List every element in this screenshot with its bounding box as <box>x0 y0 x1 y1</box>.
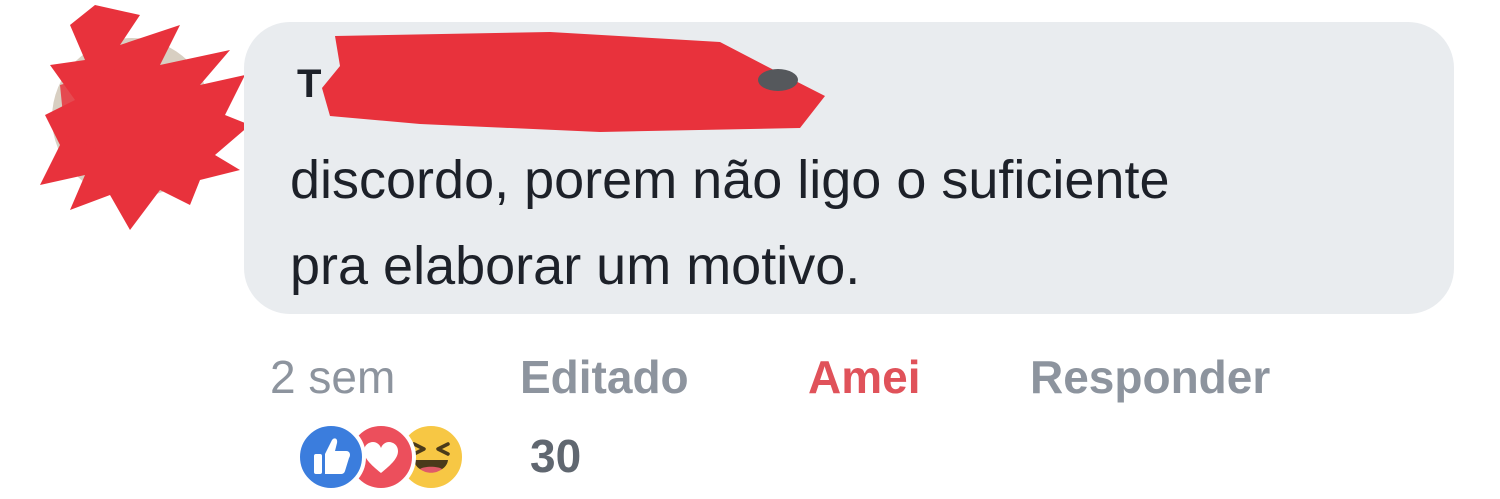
love-reaction-button[interactable]: Amei <box>808 347 920 407</box>
reactions-summary[interactable]: 30 <box>296 418 616 492</box>
reply-button[interactable]: Responder <box>1030 347 1270 407</box>
author-avatar[interactable] <box>52 38 212 198</box>
comment-text-line-2: pra elaborar um motivo. <box>290 236 861 296</box>
comment-text: discordo, porem não ligo o suficiente pr… <box>290 137 1430 309</box>
comment-screenshot: T discordo, porem não ligo o suficiente … <box>0 0 1500 499</box>
edited-label[interactable]: Editado <box>520 347 689 407</box>
comment-text-line-1: discordo, porem não ligo o suficiente <box>290 150 1170 210</box>
comment-timestamp[interactable]: 2 sem <box>270 347 395 407</box>
reaction-count[interactable]: 30 <box>530 426 581 486</box>
author-name[interactable]: T <box>297 62 337 106</box>
like-icon <box>296 422 366 492</box>
